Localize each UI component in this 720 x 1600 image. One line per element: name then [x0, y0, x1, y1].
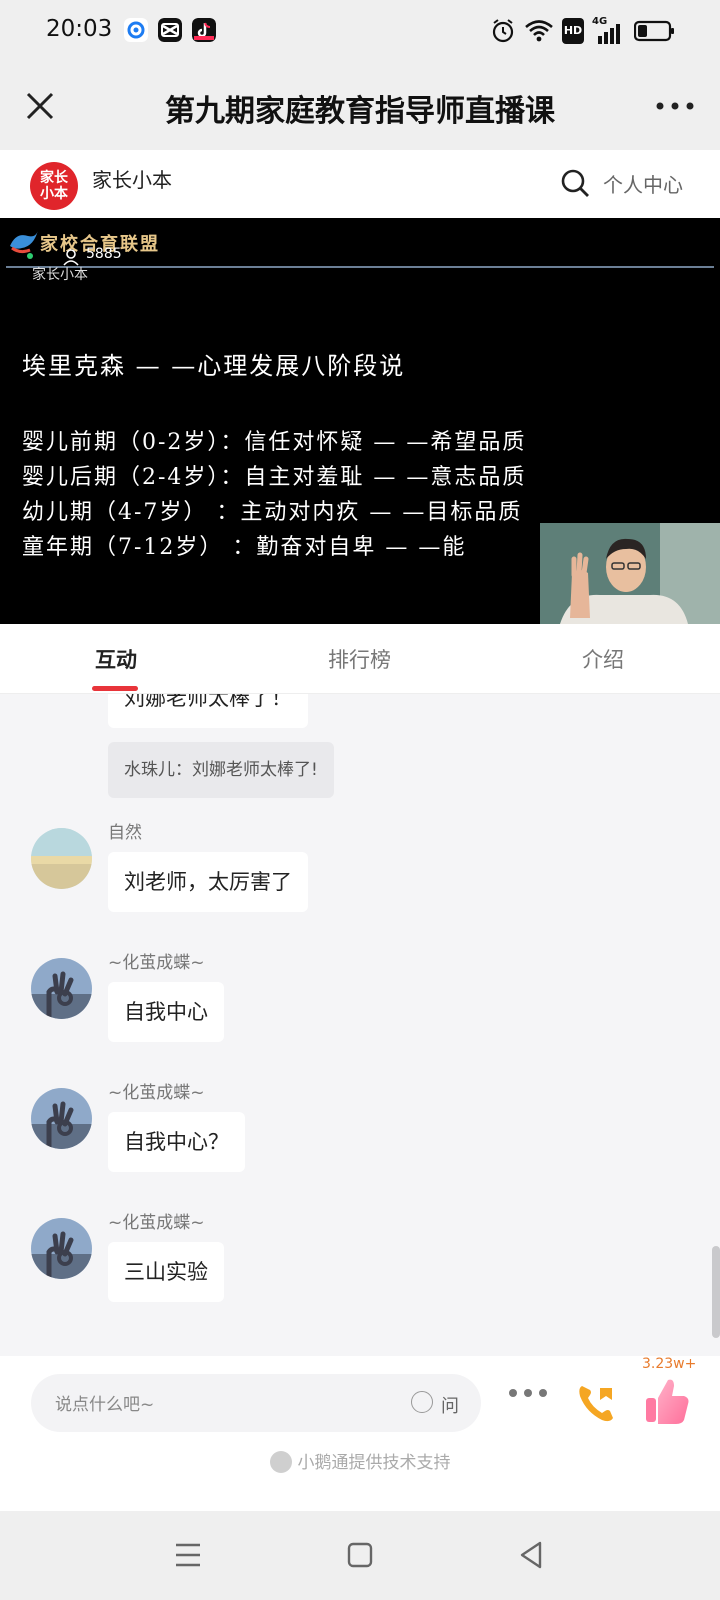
close-icon[interactable] [20, 86, 60, 126]
user-avatar[interactable] [31, 1218, 92, 1279]
chat-message-bubble: 刘老师，太厉害了 [108, 852, 308, 912]
more-options-icon[interactable] [652, 88, 698, 124]
video-channel-name: 家长小本 [32, 267, 88, 283]
chat-message-bubble: 自我中心？ [108, 1112, 245, 1172]
tab-leaderboard[interactable]: 排行榜 [328, 644, 391, 674]
qq-browser-icon [124, 18, 148, 42]
chat-username: 自然 [108, 823, 142, 843]
slide-line: 幼儿期（4-7岁） ：主动对内疚 — —目标品质 [22, 500, 523, 525]
chat-message-bubble: 三山实验 [108, 1242, 224, 1302]
status-bar: 20:03 HD 4G [0, 0, 720, 64]
thumbs-up-icon[interactable] [644, 1376, 690, 1426]
slide-line: 婴儿后期（2-4岁）：自主对羞耻 — —意志品质 [22, 465, 527, 490]
slide-line: 婴儿前期（0-2岁）：信任对怀疑 — —希望品质 [22, 430, 527, 455]
bottom-bar: 说点什么吧~ 问 3.23w+ 小鹅通提供技术支持 [0, 1356, 720, 1511]
live-video-player[interactable]: 家校合育联盟 5885 家长小本 埃里克森 — —心理发展八阶段说 婴儿前期（0… [0, 218, 720, 624]
chat-scrollbar[interactable] [712, 1246, 720, 1338]
title-bar: 第九期家庭教育指导师直播课 [0, 64, 720, 150]
home-icon[interactable] [342, 1537, 378, 1573]
ask-toggle-radio[interactable] [411, 1391, 433, 1413]
chat-message-bubble: 自我中心 [108, 982, 224, 1042]
4g-signal-icon: 4G [592, 16, 624, 44]
tab-intro[interactable]: 介绍 [582, 644, 624, 674]
page-title: 第九期家庭教育指导师直播课 [165, 94, 555, 129]
call-icon[interactable] [574, 1380, 620, 1426]
menu-icon[interactable] [170, 1537, 206, 1573]
tab-interaction[interactable]: 互动 [95, 644, 137, 674]
tab-bar: 互动 排行榜 介绍 [0, 624, 720, 694]
comment-placeholder: 说点什么吧~ [55, 1395, 155, 1415]
battery-icon [634, 20, 674, 42]
wifi-icon [525, 20, 553, 42]
channel-logo[interactable]: 家长小本 [30, 162, 78, 210]
video-divider [6, 266, 714, 268]
alarm-icon [492, 19, 514, 43]
active-tab-indicator [92, 686, 138, 691]
user-avatar[interactable] [31, 958, 92, 1019]
user-avatar[interactable] [31, 1088, 92, 1149]
chat-username: ~化茧成蝶~ [108, 953, 205, 973]
powered-by: 小鹅通提供技术支持 [0, 1448, 720, 1473]
xiaoe-logo-icon [269, 1451, 292, 1473]
more-actions-icon[interactable] [508, 1386, 548, 1400]
slide-line: 童年期（7-12岁） ：勤奋对自卑 — —能 [22, 535, 467, 560]
teacher-camera-pip[interactable] [540, 523, 720, 624]
chat-username: ~化茧成蝶~ [108, 1083, 205, 1103]
back-icon[interactable] [514, 1537, 550, 1573]
personal-center-link[interactable]: 个人中心 [603, 169, 683, 198]
bird-logo-icon [10, 230, 38, 259]
chat-username: ~化茧成蝶~ [108, 1213, 205, 1233]
chat-message-bubble: 刘娜老师太棒了！ [108, 694, 308, 728]
chat-list[interactable]: 刘娜老师太棒了！ 水珠儿：刘娜老师太棒了! 自然 刘老师，太厉害了 ~化茧成蝶~… [0, 694, 720, 1356]
tiktok-icon [192, 18, 216, 42]
channel-header: 家长小本 家长小本 个人中心 [0, 150, 720, 218]
system-nav-bar [0, 1511, 720, 1600]
like-count: 3.23w+ [642, 1356, 697, 1372]
viewer-count: 5885 [86, 246, 122, 262]
search-icon[interactable] [560, 168, 590, 198]
hd-icon: HD [562, 18, 584, 44]
channel-name[interactable]: 家长小本 [92, 164, 172, 193]
quoted-message: 水珠儿：刘娜老师太棒了! [108, 742, 334, 798]
status-time: 20:03 [46, 16, 113, 42]
comment-input[interactable]: 说点什么吧~ 问 [31, 1374, 481, 1432]
capcut-icon [158, 18, 182, 42]
user-avatar[interactable] [31, 828, 92, 889]
ask-label[interactable]: 问 [441, 1392, 459, 1418]
slide-heading: 埃里克森 — —心理发展八阶段说 [22, 352, 406, 380]
